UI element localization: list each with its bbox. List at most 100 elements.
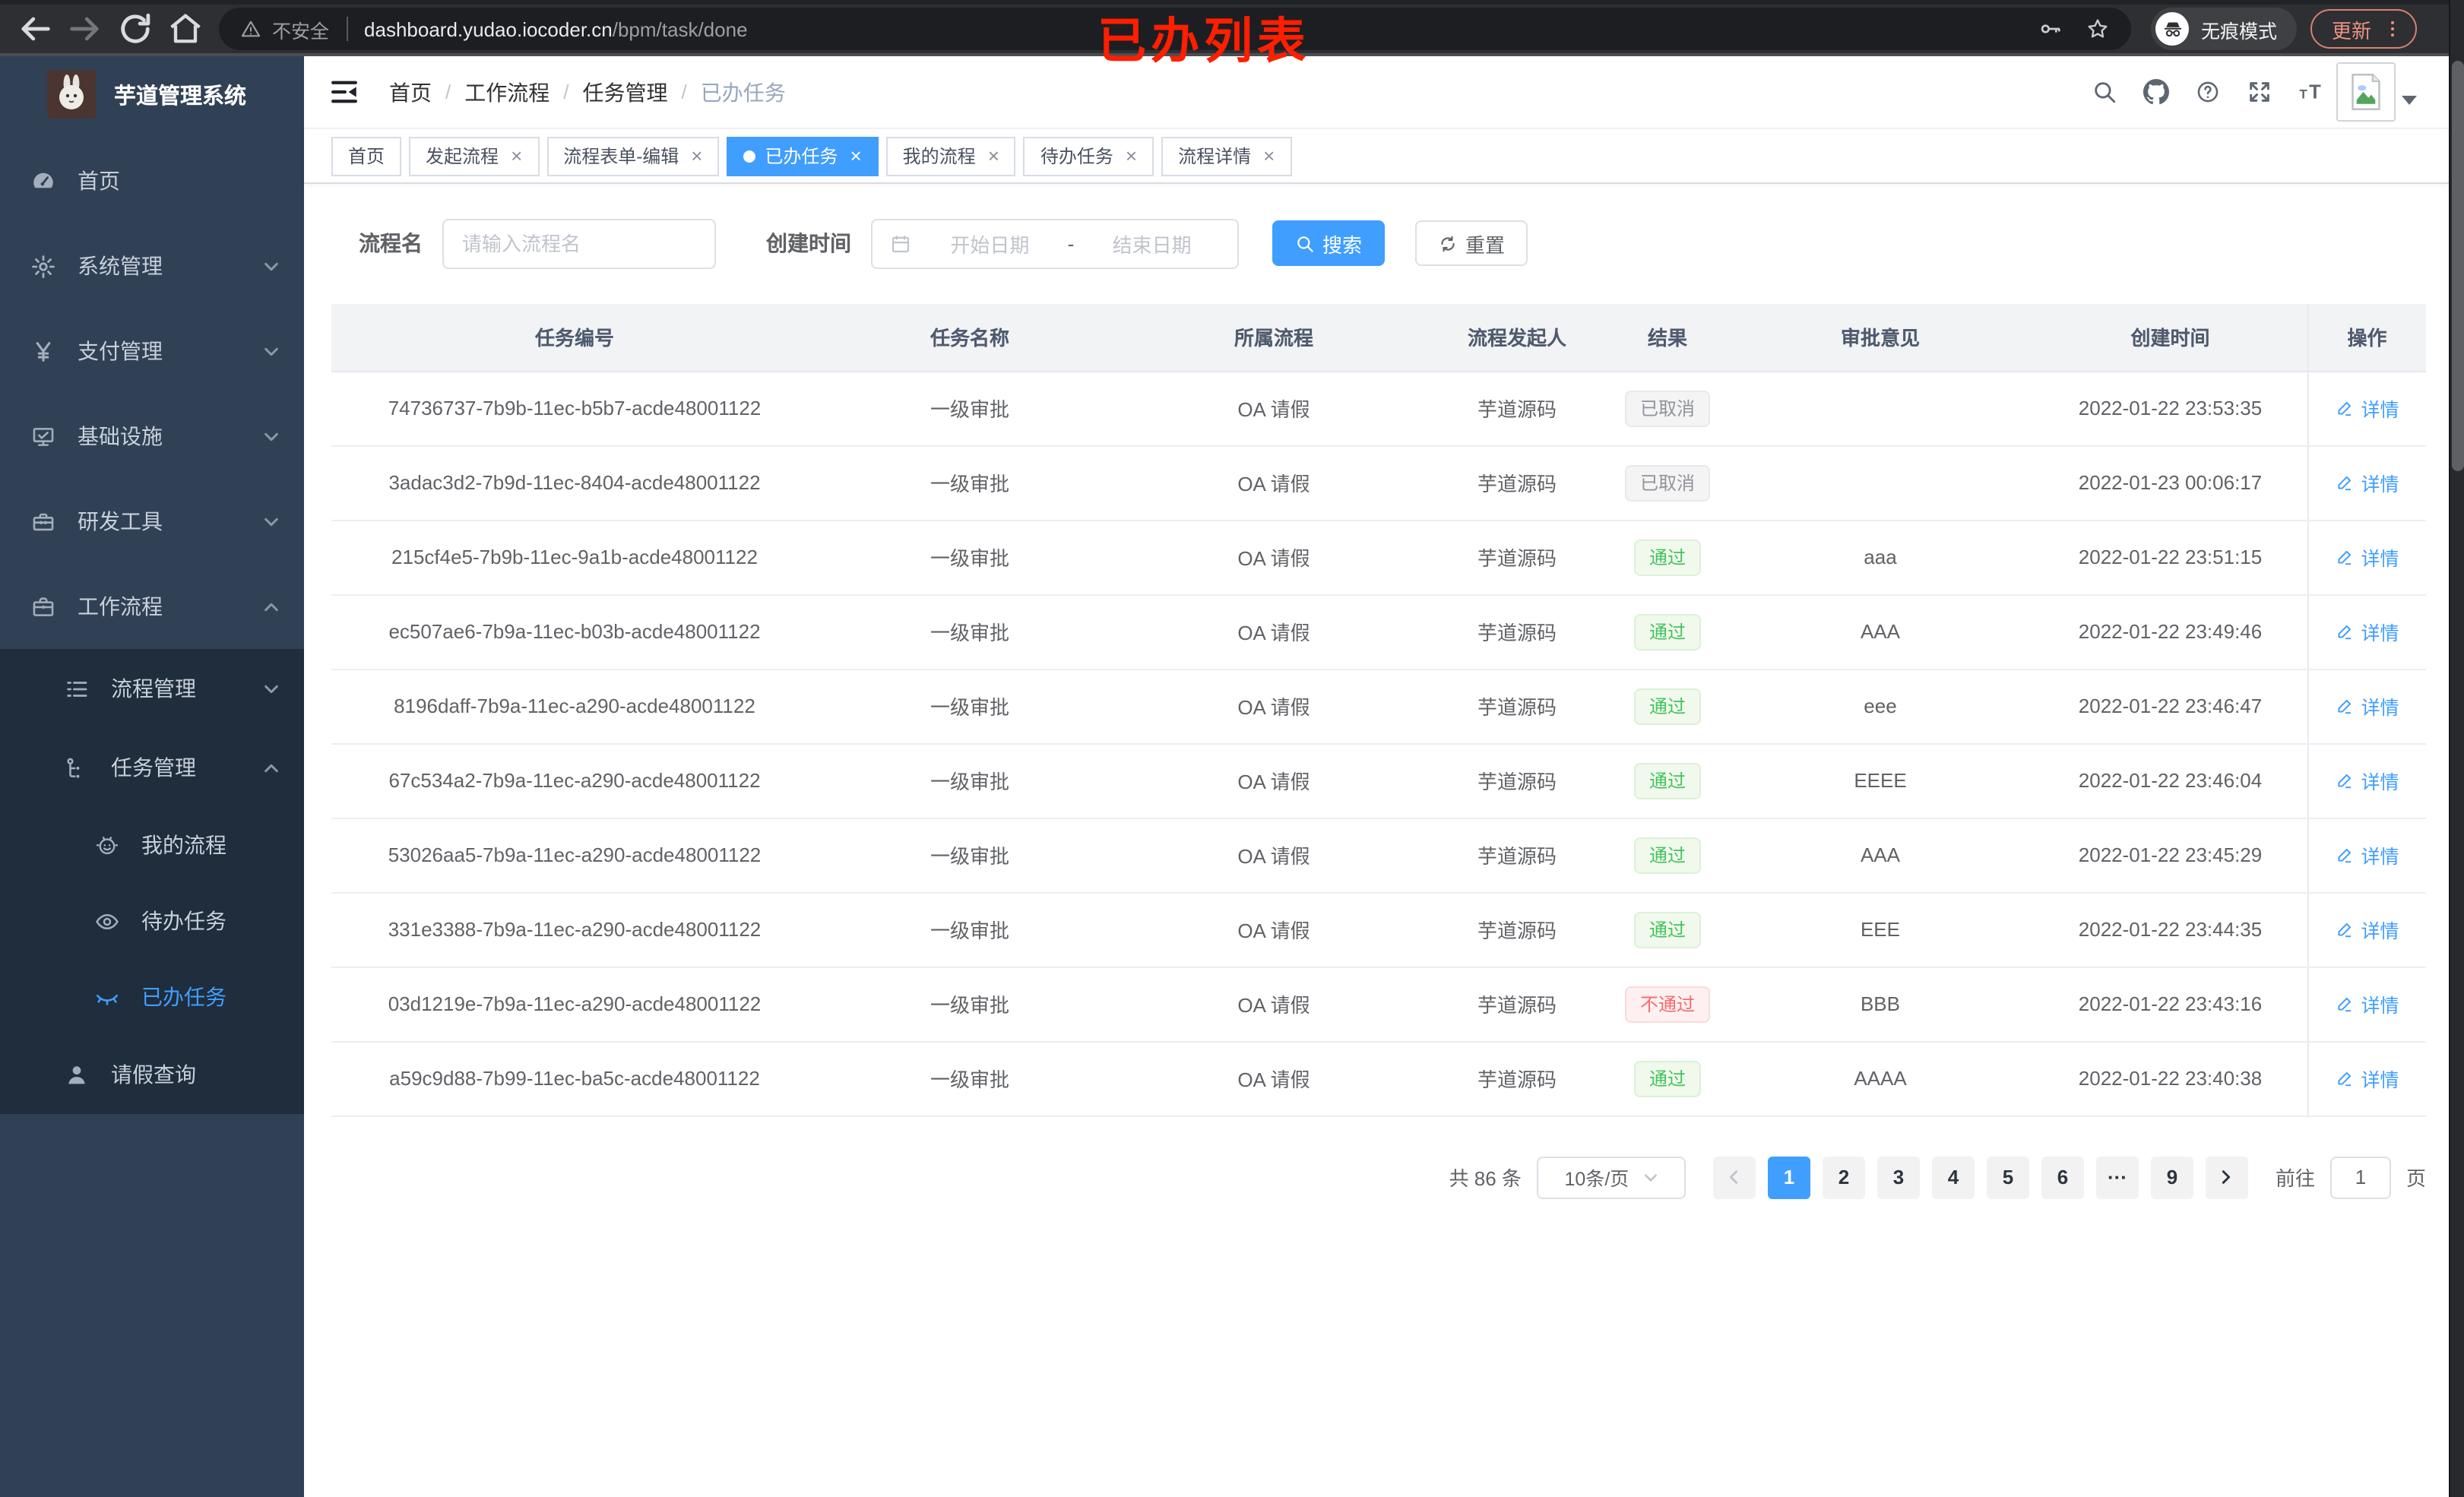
sidebar-item-dashboard[interactable]: 首页 [0,138,304,223]
detail-link[interactable]: 详情 [2335,692,2399,720]
app-logo[interactable]: 芋道管理系统 [0,56,304,132]
close-icon[interactable]: × [511,144,522,167]
detail-link[interactable]: 详情 [2335,915,2399,944]
comment-cell: EEE [1727,892,2034,967]
key-icon[interactable] [2038,17,2063,41]
reload-icon[interactable] [116,9,155,49]
pagination-next-button[interactable] [2205,1156,2248,1198]
goto-page-input[interactable] [2329,1156,2391,1198]
pagination-prev-button[interactable] [1712,1156,1756,1198]
page-button-1[interactable]: 1 [1767,1156,1810,1198]
sidebar-toggle-icon[interactable] [328,76,360,108]
tab-流程表单-编辑[interactable]: 流程表单-编辑 × [546,136,720,176]
reset-button[interactable]: 重置 [1415,220,1528,266]
start-date-placeholder[interactable]: 开始日期 [921,229,1059,258]
detail-link[interactable]: 详情 [2335,1064,2399,1093]
created-time-cell: 2022-01-22 23:53:35 [2034,371,2307,446]
page-button-5[interactable]: 5 [1986,1156,2029,1198]
close-icon[interactable]: × [1126,144,1137,167]
close-icon[interactable]: × [850,144,861,167]
browser-scrollbar[interactable] [2449,0,2464,1497]
page-button-3[interactable]: 3 [1877,1156,1920,1198]
avatar[interactable] [2336,62,2396,122]
sidebar-item-monitor[interactable]: 基础设施 [0,394,304,479]
page-button-2[interactable]: 2 [1822,1156,1865,1198]
result-cell: 已取消 [1608,445,1727,521]
page-size-select[interactable]: 10条/页 [1536,1156,1686,1198]
end-date-placeholder[interactable]: 结束日期 [1083,229,1221,258]
close-icon[interactable]: × [1263,144,1275,167]
table-cell: 芋道源码 [1426,669,1608,744]
action-cell: 详情 [2307,669,2426,744]
sidebar-item-gear[interactable]: 系统管理 [0,223,304,309]
table-cell: 芋道源码 [1426,445,1608,521]
calendar-icon [889,232,912,255]
tab-我的流程[interactable]: 我的流程 × [885,136,1016,176]
table-cell: ec507ae6-7b9a-11ec-b03b-acde48001122 [331,594,818,669]
forward-icon[interactable] [65,9,105,49]
refresh-icon [1438,233,1458,253]
detail-link[interactable]: 详情 [2335,840,2399,869]
breadcrumb-workflow[interactable]: 工作流程 [464,77,549,107]
table-cell: 一级审批 [818,1041,1122,1116]
tab-发起流程[interactable]: 发起流程 × [409,136,540,176]
caret-down-icon[interactable] [2402,96,2417,112]
bookmark-star-icon[interactable] [2086,17,2110,41]
pagination-ellipsis[interactable]: ··· [2095,1156,2139,1198]
close-icon[interactable]: × [691,144,702,167]
font-size-icon[interactable]: TT [2298,79,2324,105]
detail-link-label: 详情 [2361,400,2399,421]
search-button[interactable]: 搜索 [1272,220,1386,266]
sidebar-item-toolbox[interactable]: 研发工具 [0,479,304,564]
date-range-picker[interactable]: 开始日期 - 结束日期 [871,218,1239,268]
chevron-down-icon [263,428,280,445]
table-row: 331e3388-7b9a-11ec-a290-acde48001122 一级审批… [331,892,2426,967]
breadcrumb-task-mgmt[interactable]: 任务管理 [583,77,668,107]
detail-link[interactable]: 详情 [2335,394,2399,423]
sidebar-item-yen[interactable]: 支付管理 [0,309,304,394]
tab-待办任务[interactable]: 待办任务 × [1023,136,1154,176]
detail-link[interactable]: 详情 [2335,617,2399,646]
detail-link-label: 详情 [2361,772,2399,793]
action-cell: 详情 [2307,818,2426,893]
home-icon[interactable] [166,9,205,49]
process-name-input[interactable] [442,218,716,268]
result-cell: 通过 [1608,892,1727,967]
update-button[interactable]: 更新 [2310,9,2418,49]
detail-link[interactable]: 详情 [2335,543,2399,571]
pen-icon [2335,1068,2355,1088]
fullscreen-icon[interactable] [2247,79,2272,105]
question-icon[interactable] [2195,79,2221,105]
page-button-9[interactable]: 9 [2150,1156,2193,1198]
breadcrumb-home[interactable]: 首页 [389,77,432,107]
sidebar-item-briefcase[interactable]: 工作流程 [0,564,304,649]
comment-cell: AAA [1727,594,2034,669]
status-badge: 通过 [1633,688,1701,724]
search-icon[interactable] [2092,79,2117,105]
tab-首页[interactable]: 首页 [331,136,402,176]
browser-menu-icon[interactable] [2382,18,2403,40]
detail-link[interactable]: 详情 [2335,766,2399,795]
github-icon[interactable] [2143,79,2169,105]
scrollbar-thumb[interactable] [2452,61,2464,471]
sidebar-item-label: 研发工具 [78,509,163,533]
back-icon[interactable] [15,9,55,49]
sidebar-item-robot[interactable]: 我的流程 [0,807,304,883]
search-icon [1295,233,1315,253]
tab-流程详情[interactable]: 流程详情 × [1161,136,1292,176]
detail-link[interactable]: 详情 [2335,989,2399,1018]
page-button-6[interactable]: 6 [2041,1156,2084,1198]
table-cell: 芋道源码 [1426,520,1608,595]
sidebar-item-eye[interactable]: 待办任务 [0,883,304,959]
page-button-4[interactable]: 4 [1931,1156,1975,1198]
sidebar-item-eye-closed[interactable]: 已办任务 [0,959,304,1035]
tab-已办任务[interactable]: 已办任务 × [727,136,879,176]
table-cell: 芋道源码 [1426,743,1608,818]
sidebar-item-user[interactable]: 请假查询 [0,1035,304,1114]
sidebar-item-list[interactable]: 流程管理 [0,649,304,728]
goto-label: 前往 [2275,1167,2315,1190]
detail-link[interactable]: 详情 [2335,468,2399,497]
sidebar-item-tree[interactable]: 任务管理 [0,728,304,807]
close-icon[interactable]: × [988,144,999,167]
url-text: dashboard.yudao.iocoder.cn/bpm/task/done [364,17,748,40]
